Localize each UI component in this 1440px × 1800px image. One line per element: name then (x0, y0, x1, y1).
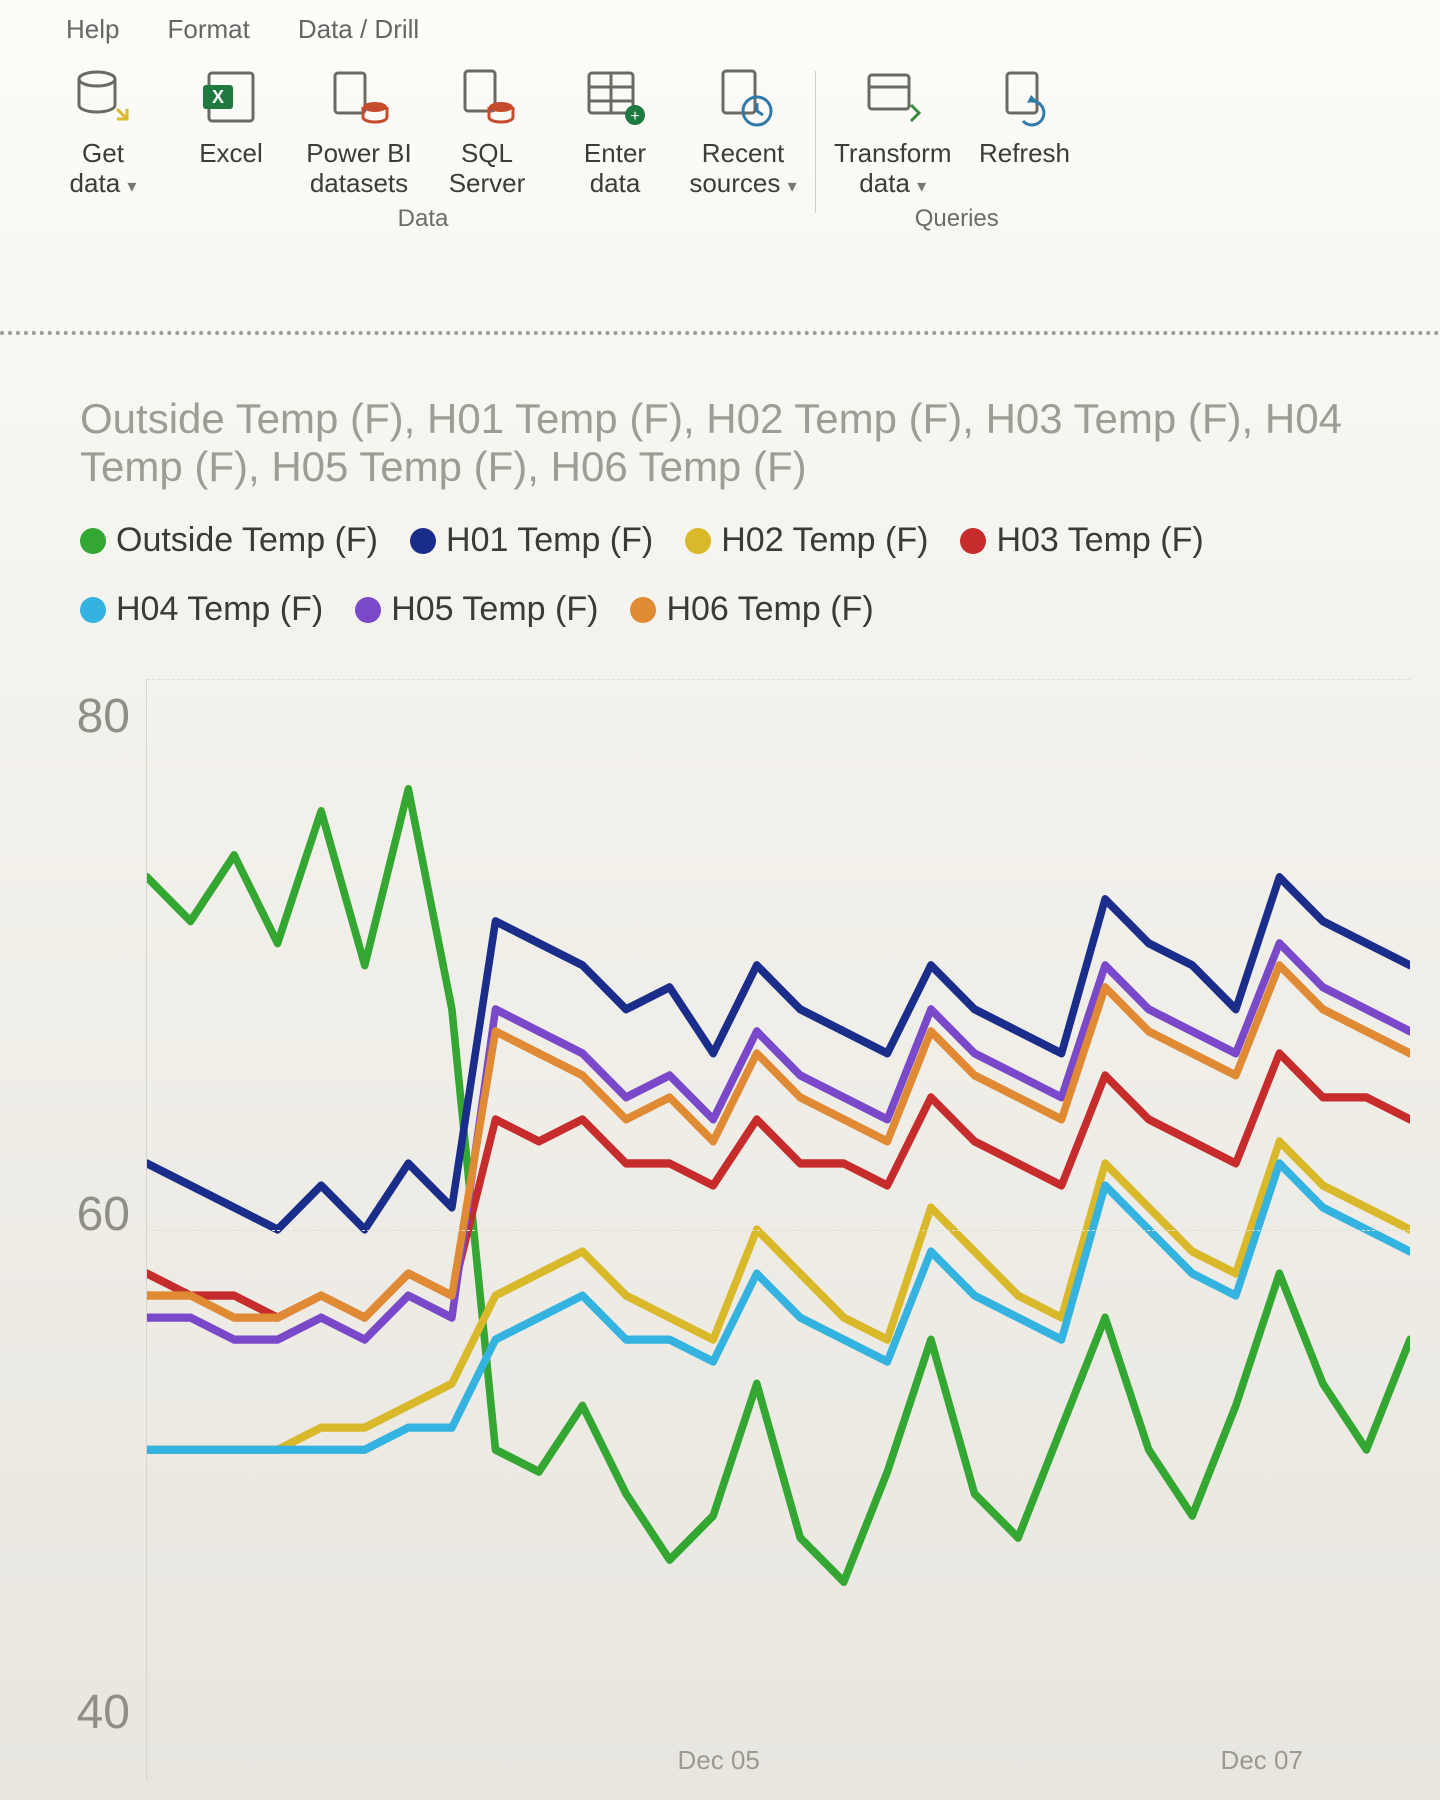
table-plus-icon: + (579, 61, 651, 133)
svg-text:+: + (630, 108, 639, 125)
legend-label: H01 Temp (F) (446, 521, 653, 560)
powerbi-icon (323, 61, 395, 133)
y-tick: 60 (40, 1187, 130, 1242)
get-data-button[interactable]: Get data ▾ (48, 61, 158, 199)
database-arrow-icon (67, 61, 139, 133)
legend-dot-icon (960, 528, 986, 554)
transform-label: Transform data ▾ (834, 139, 952, 199)
enter-data-button[interactable]: + Enter data (560, 61, 670, 199)
legend-item[interactable]: H06 Temp (F) (630, 590, 873, 629)
legend-item[interactable]: H01 Temp (F) (410, 521, 653, 560)
y-axis: 80 60 40 (40, 679, 146, 1780)
ribbon-group-data: Get data ▾ X Excel Power BI datasets (30, 61, 816, 243)
legend-dot-icon (355, 597, 381, 623)
legend-label: H04 Temp (F) (116, 590, 323, 629)
ribbon-group-name-queries: Queries (915, 205, 999, 233)
recent-label: Recent sources ▾ (689, 139, 796, 199)
legend-item[interactable]: H03 Temp (F) (960, 521, 1203, 560)
transform-icon (857, 61, 929, 133)
chart-series-line[interactable] (147, 789, 1410, 1582)
legend-item[interactable]: H04 Temp (F) (80, 590, 323, 629)
legend-label: H06 Temp (F) (666, 590, 873, 629)
ribbon-tab-format[interactable]: Format (161, 10, 255, 49)
refresh-button[interactable]: Refresh (970, 61, 1080, 169)
recent-icon (707, 61, 779, 133)
ribbon-tab-data[interactable]: Data / Drill (292, 10, 425, 49)
recent-sources-button[interactable]: Recent sources ▾ (688, 61, 798, 199)
excel-icon: X (195, 61, 267, 133)
ribbon-tabs: Help Format Data / Drill (0, 0, 1440, 55)
get-data-label: Get data ▾ (70, 139, 137, 199)
powerbi-label: Power BI datasets (306, 139, 412, 199)
ribbon-tab-help[interactable]: Help (60, 10, 125, 49)
legend-dot-icon (630, 597, 656, 623)
plot[interactable]: Dec 05 Dec 07 (146, 679, 1410, 1780)
excel-label: Excel (199, 139, 263, 169)
refresh-icon (989, 61, 1061, 133)
chart-series-line[interactable] (147, 1053, 1410, 1317)
legend-dot-icon (80, 597, 106, 623)
ribbon: Get data ▾ X Excel Power BI datasets (0, 55, 1440, 335)
legend-dot-icon (685, 528, 711, 554)
sql-server-button[interactable]: SQL Server (432, 61, 542, 199)
enter-data-label: Enter data (584, 139, 646, 199)
y-tick: 80 (40, 689, 130, 744)
chart-title: Outside Temp (F), H01 Temp (F), H02 Temp… (80, 395, 1410, 491)
ribbon-group-queries: Transform data ▾ Refresh Queries (816, 61, 1098, 243)
y-tick: 40 (40, 1685, 130, 1740)
legend-label: Outside Temp (F) (116, 521, 378, 560)
legend-item[interactable]: Outside Temp (F) (80, 521, 378, 560)
sql-label: SQL Server (449, 139, 526, 199)
legend-item[interactable]: H05 Temp (F) (355, 590, 598, 629)
legend-label: H02 Temp (F) (721, 521, 928, 560)
excel-button[interactable]: X Excel (176, 61, 286, 169)
plot-area: 80 60 40 Dec 05 Dec 07 (40, 679, 1410, 1780)
chart-area: Outside Temp (F), H01 Temp (F), H02 Temp… (0, 335, 1440, 1800)
ribbon-group-name-data: Data (398, 205, 449, 233)
legend-label: H03 Temp (F) (996, 521, 1203, 560)
x-tick: Dec 05 (677, 1745, 759, 1776)
app-root: Help Format Data / Drill Get data ▾ X Ex… (0, 0, 1440, 1800)
legend-dot-icon (80, 528, 106, 554)
refresh-label: Refresh (979, 139, 1070, 169)
sql-icon (451, 61, 523, 133)
powerbi-datasets-button[interactable]: Power BI datasets (304, 61, 414, 199)
legend-dot-icon (410, 528, 436, 554)
ribbon-group-items: Transform data ▾ Refresh (834, 61, 1080, 199)
transform-data-button[interactable]: Transform data ▾ (834, 61, 952, 199)
legend-item[interactable]: H02 Temp (F) (685, 521, 928, 560)
chart-legend: Outside Temp (F) H01 Temp (F) H02 Temp (F)… (80, 521, 1410, 629)
x-tick: Dec 07 (1221, 1745, 1303, 1776)
ribbon-group-items: Get data ▾ X Excel Power BI datasets (48, 61, 798, 199)
legend-label: H05 Temp (F) (391, 590, 598, 629)
svg-text:X: X (212, 87, 224, 107)
